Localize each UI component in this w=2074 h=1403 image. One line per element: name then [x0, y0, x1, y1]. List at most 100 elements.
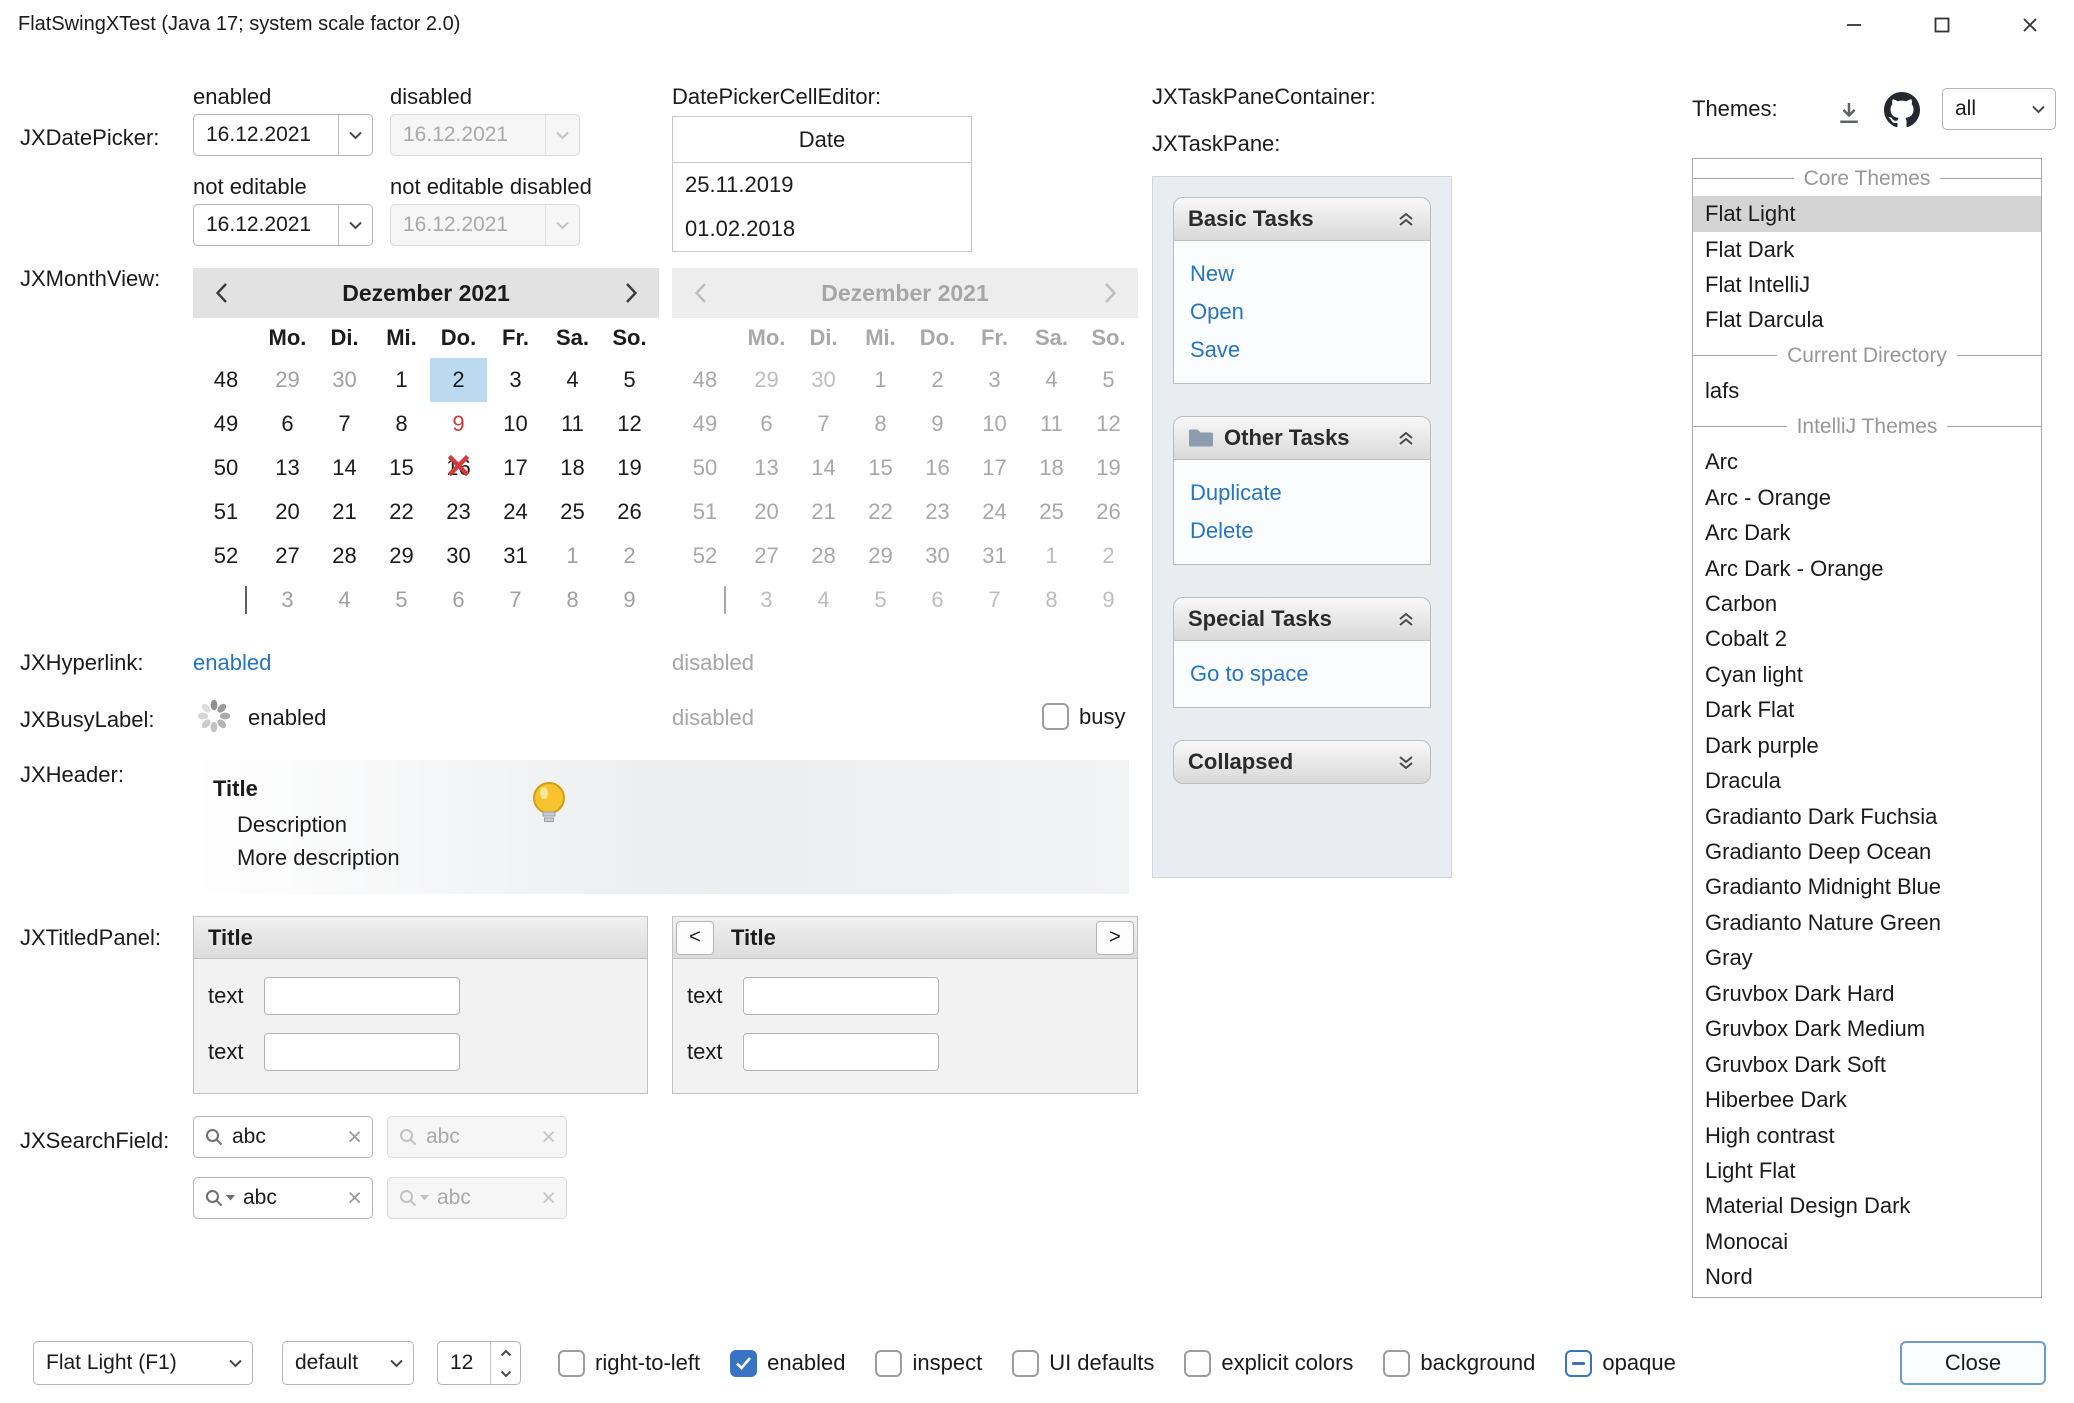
day-cell[interactable]: 27 [259, 534, 316, 578]
datepicker-enabled[interactable]: 16.12.2021 [193, 114, 373, 156]
day-cell[interactable]: 18 [544, 446, 601, 490]
theme-item[interactable]: Flat Light [1693, 196, 2041, 231]
theme-item[interactable]: Flat IntelliJ [1693, 267, 2041, 302]
titled-panel-right-button[interactable]: > [1096, 921, 1134, 955]
laf-select-combo[interactable]: Flat Light (F1) [33, 1341, 253, 1385]
checkbox-background[interactable]: background [1383, 1350, 1535, 1377]
search-menu-icon[interactable] [204, 1188, 235, 1208]
collapse-icon[interactable] [1396, 211, 1416, 228]
text-field[interactable] [264, 977, 460, 1015]
theme-item[interactable]: Hiberbee Dark [1693, 1082, 2041, 1117]
search-field-enabled[interactable]: abc × [193, 1116, 373, 1158]
theme-item[interactable]: Gradianto Midnight Blue [1693, 870, 2041, 905]
day-cell[interactable]: 22 [373, 490, 430, 534]
theme-filter-combo[interactable]: all [1942, 88, 2056, 130]
day-cell[interactable]: 23 [430, 490, 487, 534]
day-cell[interactable]: 7 [487, 578, 544, 622]
theme-item[interactable]: Monocai [1693, 1224, 2041, 1259]
checkbox-opaque[interactable]: opaque [1565, 1350, 1675, 1377]
day-cell[interactable]: 5 [601, 358, 658, 402]
task-link[interactable]: Go to space [1190, 655, 1414, 693]
close-window-button[interactable] [1986, 0, 2074, 50]
theme-item[interactable]: Gradianto Nature Green [1693, 905, 2041, 940]
theme-item[interactable]: Arc Dark - Orange [1693, 551, 2041, 586]
theme-item[interactable]: High contrast [1693, 1118, 2041, 1153]
datepicker-not-editable[interactable]: 16.12.2021 [193, 204, 373, 246]
checkbox-busy[interactable]: busy [1042, 703, 1125, 730]
minimize-button[interactable] [1810, 0, 1898, 50]
day-cell[interactable]: 14 [316, 446, 373, 490]
checkbox-enabled[interactable]: enabled [730, 1350, 845, 1377]
task-link[interactable]: Open [1190, 293, 1414, 331]
theme-item[interactable]: Flat Dark [1693, 232, 2041, 267]
theme-item[interactable]: lafs [1693, 374, 2041, 409]
search-field-with-menu-enabled[interactable]: abc × [193, 1177, 373, 1219]
checkbox-explicit-colors[interactable]: explicit colors [1184, 1350, 1353, 1377]
theme-item[interactable]: Gruvbox Dark Hard [1693, 976, 2041, 1011]
day-cell[interactable]: 8 [373, 402, 430, 446]
theme-item[interactable]: Arc - Orange [1693, 480, 2041, 515]
theme-item[interactable]: Arc [1693, 445, 2041, 480]
theme-item[interactable]: Dracula [1693, 763, 2041, 798]
theme-item[interactable]: Light Flat [1693, 1153, 2041, 1188]
day-cell[interactable]: 13 [259, 446, 316, 490]
day-cell[interactable]: 9 [601, 578, 658, 622]
text-field[interactable] [264, 1033, 460, 1071]
theme-item[interactable]: Nord [1693, 1260, 2041, 1295]
day-cell[interactable]: 10 [487, 402, 544, 446]
spinner-down-icon[interactable] [491, 1363, 520, 1384]
text-field[interactable] [743, 977, 939, 1015]
previous-month-button[interactable] [197, 268, 245, 318]
collapse-icon[interactable] [1396, 430, 1416, 447]
day-cell[interactable]: 8 [544, 578, 601, 622]
task-link[interactable]: Delete [1190, 512, 1414, 550]
task-link[interactable]: Save [1190, 331, 1414, 369]
day-cell[interactable]: 4 [544, 358, 601, 402]
day-cell[interactable]: 31 [487, 534, 544, 578]
day-cell[interactable]: 1 [373, 358, 430, 402]
day-cell[interactable]: 30 [430, 534, 487, 578]
day-cell[interactable]: 1 [544, 534, 601, 578]
theme-item[interactable]: Dark Flat [1693, 693, 2041, 728]
day-cell[interactable]: 2 [601, 534, 658, 578]
day-cell[interactable]: 21 [316, 490, 373, 534]
day-cell[interactable]: 6 [259, 402, 316, 446]
taskpane-header[interactable]: Other Tasks [1173, 416, 1431, 460]
day-cell[interactable]: 7 [316, 402, 373, 446]
hyperlink-enabled[interactable]: enabled [193, 650, 271, 676]
checkbox-ui-defaults[interactable]: UI defaults [1012, 1350, 1154, 1377]
font-family-combo[interactable]: default [282, 1341, 414, 1385]
clear-search-icon[interactable]: × [347, 1125, 362, 1150]
day-cell[interactable]: 16✕ [430, 446, 487, 490]
day-cell[interactable]: 26 [601, 490, 658, 534]
titled-panel-left-button[interactable]: < [676, 921, 714, 955]
maximize-button[interactable] [1898, 0, 1986, 50]
theme-item[interactable]: Gruvbox Dark Soft [1693, 1047, 2041, 1082]
day-cell[interactable]: 9 [430, 402, 487, 446]
checkbox-right-to-left[interactable]: right-to-left [558, 1350, 700, 1377]
theme-item[interactable]: Cyan light [1693, 657, 2041, 692]
day-cell[interactable]: 25 [544, 490, 601, 534]
day-cell[interactable]: 5 [373, 578, 430, 622]
day-cell[interactable]: 2 [430, 358, 487, 402]
download-icon[interactable] [1834, 98, 1864, 128]
clear-search-icon[interactable]: × [347, 1186, 362, 1211]
theme-item[interactable]: Dark purple [1693, 728, 2041, 763]
task-link[interactable]: New [1190, 255, 1414, 293]
theme-item[interactable]: Gray [1693, 941, 2041, 976]
day-cell[interactable]: 19 [601, 446, 658, 490]
day-cell[interactable]: 28 [316, 534, 373, 578]
day-cell[interactable]: 3 [487, 358, 544, 402]
theme-item[interactable]: Cobalt 2 [1693, 622, 2041, 657]
theme-item[interactable]: Gradianto Deep Ocean [1693, 834, 2041, 869]
table-column-header[interactable]: Date [673, 117, 971, 163]
font-size-spinner[interactable]: 12 [437, 1341, 521, 1385]
table-row[interactable]: 25.11.2019 [673, 163, 971, 207]
theme-item[interactable]: Arc Dark [1693, 515, 2041, 550]
table-row[interactable]: 01.02.2018 [673, 207, 971, 251]
day-cell[interactable]: 29 [373, 534, 430, 578]
spinner-up-icon[interactable] [491, 1342, 520, 1363]
day-cell[interactable]: 6 [430, 578, 487, 622]
day-cell[interactable]: 12 [601, 402, 658, 446]
taskpane-header[interactable]: Special Tasks [1173, 597, 1431, 641]
